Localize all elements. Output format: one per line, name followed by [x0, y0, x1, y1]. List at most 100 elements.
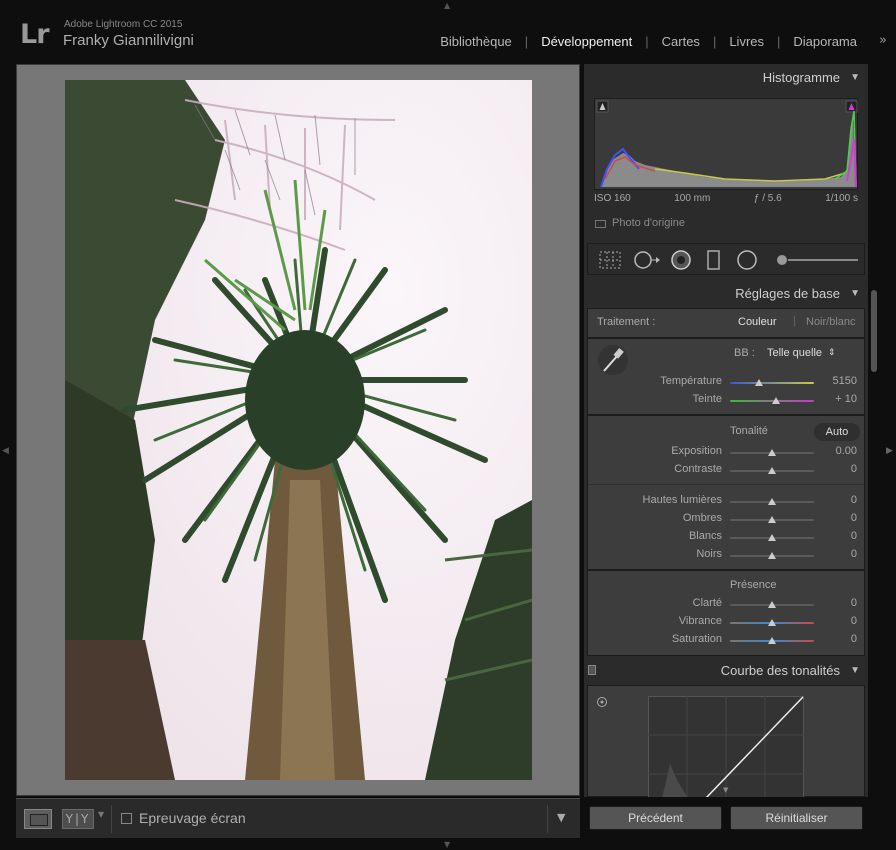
right-panel: Histogramme ▼ ISO 160 100 mm ƒ / 5.6 1/1…: [584, 64, 868, 797]
collapse-left-panel-icon[interactable]: ◀: [2, 446, 9, 456]
exposure-value[interactable]: 0.00: [817, 445, 857, 457]
histogram-chart: [596, 100, 858, 188]
whites-value[interactable]: 0: [817, 530, 857, 542]
whites-label: Blancs: [688, 530, 722, 542]
target-adjust-icon[interactable]: [596, 696, 608, 708]
right-panel-scrollbar[interactable]: [871, 290, 877, 372]
wb-label: BB :: [734, 347, 755, 359]
toolbar-menu-chevron-icon[interactable]: ▼: [557, 811, 565, 824]
updown-chevron-icon[interactable]: ⇕: [828, 347, 836, 358]
treatment-divider: |: [793, 315, 796, 327]
highlights-slider-thumb[interactable]: [768, 498, 776, 505]
panel-switch-icon[interactable]: [588, 665, 596, 675]
spot-removal-icon[interactable]: [633, 250, 661, 270]
blacks-value[interactable]: 0: [817, 548, 857, 560]
highlights-value[interactable]: 0: [817, 494, 857, 506]
chevron-down-icon[interactable]: ▼: [98, 810, 104, 819]
module-library[interactable]: Bibliothèque: [427, 34, 525, 49]
collapse-right-panel-icon[interactable]: ▶: [886, 446, 893, 456]
original-photo-label: Photo d'origine: [612, 217, 686, 229]
reset-button[interactable]: Réinitialiser: [730, 806, 863, 830]
temperature-slider[interactable]: [730, 382, 814, 384]
graduated-filter-icon[interactable]: [706, 250, 722, 270]
temperature-slider-thumb[interactable]: [755, 379, 764, 386]
iso-value: ISO 160: [594, 193, 631, 204]
tone-curve-title: Courbe des tonalités: [720, 663, 840, 678]
tint-label: Teinte: [692, 393, 722, 405]
soft-proofing-label: Epreuvage écran: [139, 810, 246, 826]
saturation-value[interactable]: 0: [817, 633, 857, 645]
histogram-graph[interactable]: [594, 98, 858, 190]
tint-slider-thumb[interactable]: [772, 397, 781, 404]
soft-proofing-checkbox[interactable]: [121, 813, 132, 824]
toolbar-divider: [547, 805, 548, 833]
module-book[interactable]: Livres: [716, 34, 777, 49]
module-map[interactable]: Cartes: [649, 34, 713, 49]
clarity-slider-thumb[interactable]: [768, 601, 776, 608]
exposure-label: Exposition: [671, 445, 722, 457]
contrast-slider-thumb[interactable]: [768, 467, 776, 474]
auto-tone-button[interactable]: Auto: [814, 423, 860, 441]
exposure-slider-thumb[interactable]: [768, 449, 776, 456]
eyedropper-icon[interactable]: [596, 343, 630, 377]
tone-curve-section: ▼: [587, 685, 865, 797]
palm-tree-photo: [65, 80, 532, 780]
histogram-info: ISO 160 100 mm ƒ / 5.6 1/100 s: [594, 193, 858, 204]
presence-label: Présence: [730, 579, 777, 591]
treatment-color-option[interactable]: Couleur: [738, 316, 777, 328]
radial-filter-icon[interactable]: [736, 250, 758, 270]
app-name: Adobe Lightroom CC 2015: [64, 19, 183, 30]
collapse-triangle-icon[interactable]: ▼: [850, 64, 860, 92]
saturation-label: Saturation: [671, 633, 722, 645]
toolbar-divider: [111, 805, 112, 833]
vibrance-label: Vibrance: [678, 615, 722, 627]
module-develop[interactable]: Développement: [528, 34, 645, 49]
collapse-triangle-icon[interactable]: ▼: [850, 280, 860, 308]
module-slideshow[interactable]: Diaporama: [780, 34, 870, 49]
clarity-label: Clarté: [692, 597, 722, 609]
shadows-label: Ombres: [682, 512, 722, 524]
section-divider: [588, 484, 864, 485]
temperature-value[interactable]: 5150: [817, 375, 857, 387]
collapse-triangle-icon[interactable]: ▼: [850, 657, 860, 685]
tone-curve-header[interactable]: Courbe des tonalités ▼: [584, 657, 868, 685]
temperature-label: Température: [660, 375, 722, 387]
shadows-slider-thumb[interactable]: [768, 516, 776, 523]
contrast-value[interactable]: 0: [817, 463, 857, 475]
basic-title: Réglages de base: [735, 286, 840, 301]
before-after-view-button[interactable]: Y|Y: [62, 809, 94, 829]
tint-value[interactable]: + 10: [817, 393, 857, 405]
treatment-label: Traitement :: [597, 316, 656, 328]
previous-button[interactable]: Précédent: [589, 806, 722, 830]
top-bar: ▲ Lr Adobe Lightroom CC 2015 Franky Gian…: [0, 0, 896, 62]
module-picker: Bibliothèque | Développement | Cartes | …: [427, 34, 870, 49]
loupe-view-button[interactable]: [24, 809, 52, 829]
treatment-bw-option[interactable]: Noir/blanc: [806, 316, 856, 328]
collapse-top-panel-icon[interactable]: ▲: [444, 1, 450, 10]
original-photo-checkbox[interactable]: [595, 220, 606, 228]
vibrance-slider-thumb[interactable]: [768, 619, 776, 626]
lightroom-logo: Lr: [20, 19, 50, 50]
shadows-value[interactable]: 0: [817, 512, 857, 524]
chevron-down-icon[interactable]: ▼: [723, 786, 728, 794]
treatment-section: Traitement : Couleur | Noir/blanc: [587, 308, 865, 338]
tone-curve-graph[interactable]: [648, 696, 804, 797]
collapse-bottom-panel-icon[interactable]: ▼: [444, 840, 450, 849]
saturation-slider-thumb[interactable]: [768, 637, 776, 644]
focal-length-value: 100 mm: [674, 193, 711, 204]
adjustment-brush-icon[interactable]: [774, 250, 860, 270]
vibrance-value[interactable]: 0: [817, 615, 857, 627]
histogram-header[interactable]: Histogramme ▼: [584, 64, 868, 92]
tone-label: Tonalité: [730, 425, 768, 437]
photo-preview[interactable]: [65, 80, 532, 780]
blacks-slider-thumb[interactable]: [768, 552, 776, 559]
basic-header[interactable]: Réglages de base ▼: [584, 280, 868, 308]
crop-overlay-icon[interactable]: [598, 250, 622, 270]
wb-preset-dropdown[interactable]: Telle quelle: [767, 347, 822, 359]
highlights-label: Hautes lumières: [642, 494, 722, 506]
double-chevron-right-icon[interactable]: »: [879, 33, 887, 48]
clarity-value[interactable]: 0: [817, 597, 857, 609]
histogram-title: Histogramme: [762, 70, 840, 85]
red-eye-icon[interactable]: [670, 250, 692, 270]
whites-slider-thumb[interactable]: [768, 534, 776, 541]
